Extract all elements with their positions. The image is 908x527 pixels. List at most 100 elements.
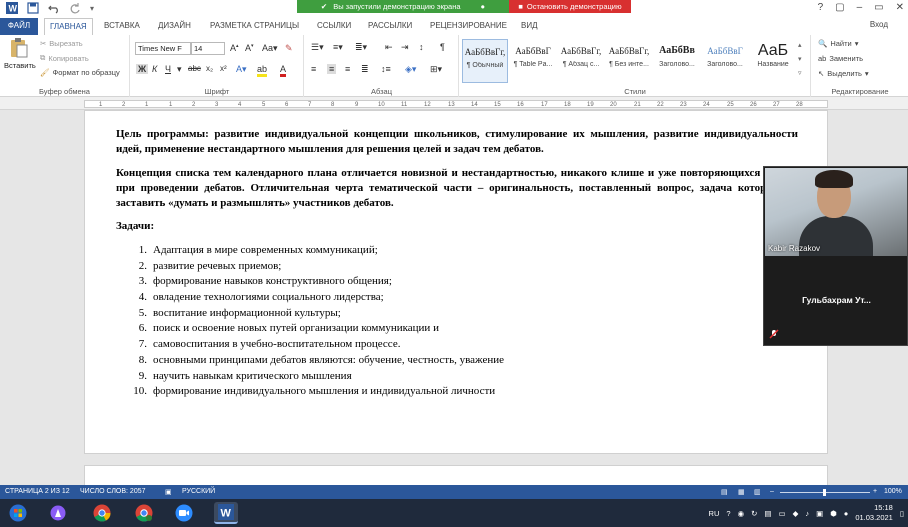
align-right-icon[interactable]: ≡ bbox=[345, 64, 350, 74]
tab-home[interactable]: ГЛАВНАЯ bbox=[44, 18, 93, 35]
battery-tray-icon[interactable]: ▭ bbox=[779, 509, 786, 518]
numbering-icon[interactable]: ≡▾ bbox=[333, 42, 343, 53]
paste-button[interactable]: Вставить bbox=[4, 37, 36, 70]
tab-references[interactable]: ССЫЛКИ bbox=[317, 18, 351, 35]
highlight-icon[interactable]: ab bbox=[257, 64, 268, 77]
taskbar-app-chrome[interactable] bbox=[90, 502, 114, 524]
volume-tray-icon[interactable]: ♪ bbox=[805, 509, 809, 518]
pilcrow-icon[interactable]: ¶ bbox=[440, 42, 445, 52]
subscript-icon[interactable]: x₂ bbox=[206, 64, 213, 73]
keyboard-language[interactable]: RU bbox=[709, 509, 720, 518]
shading-icon[interactable]: ◈▾ bbox=[405, 64, 416, 75]
style-list-paragraph[interactable]: АаБбВвГг, ¶ Абзац с... bbox=[558, 39, 604, 83]
zoom-out-icon[interactable]: – bbox=[770, 488, 774, 495]
justify-icon[interactable]: ≣ bbox=[361, 64, 369, 75]
borders-icon[interactable]: ⊞▾ bbox=[430, 64, 442, 75]
align-center-icon[interactable]: ≡ bbox=[327, 64, 337, 74]
multilevel-list-icon[interactable]: ≣▾ bbox=[355, 42, 367, 53]
underline-icon[interactable]: Ч bbox=[165, 64, 171, 74]
language-indicator[interactable]: РУССКИЙ bbox=[182, 488, 215, 495]
help-tray-icon[interactable]: ? bbox=[726, 509, 730, 518]
tab-design[interactable]: ДИЗАЙН bbox=[158, 18, 191, 35]
page-count[interactable]: СТРАНИЦА 2 ИЗ 12 bbox=[5, 488, 70, 495]
italic-icon[interactable]: К bbox=[152, 64, 157, 74]
help-button[interactable]: ? bbox=[818, 2, 824, 13]
format-painter-button[interactable]: 🖌 Формат по образцу bbox=[40, 68, 120, 77]
tab-layout[interactable]: РАЗМЕТКА СТРАНИЦЫ bbox=[210, 18, 299, 35]
save-icon[interactable] bbox=[27, 2, 39, 14]
clear-formatting-icon[interactable]: ✎ bbox=[285, 43, 293, 54]
style-heading-1[interactable]: АаБбВв Заголово... bbox=[654, 39, 700, 83]
align-left-icon[interactable]: ≡ bbox=[311, 64, 316, 74]
strikethrough-icon[interactable]: abc bbox=[188, 64, 201, 73]
copy-button[interactable]: ⧉ Копировать bbox=[40, 53, 89, 63]
tab-mailings[interactable]: РАССЫЛКИ bbox=[368, 18, 412, 35]
taskbar-app-alice[interactable] bbox=[46, 502, 70, 524]
style-heading-2[interactable]: АаБбВвГ Заголово... bbox=[702, 39, 748, 83]
display-tray-icon[interactable]: ▣ bbox=[816, 509, 823, 518]
select-button[interactable]: ↖ Выделить ▾ bbox=[818, 69, 869, 78]
app-tray-icon[interactable]: ● bbox=[844, 509, 849, 518]
notifications-icon[interactable]: ▯ bbox=[900, 509, 904, 518]
start-button[interactable] bbox=[6, 502, 30, 524]
style-table-paragraph[interactable]: АаБбВвГ ¶ Table Pa... bbox=[510, 39, 556, 83]
line-spacing-icon[interactable]: ↕≡ bbox=[381, 64, 391, 74]
customize-qat-icon[interactable]: ▾ bbox=[90, 4, 94, 13]
clock[interactable]: 15:18 01.03.2021 bbox=[855, 503, 893, 523]
undo-icon[interactable] bbox=[48, 2, 60, 14]
zoom-slider[interactable] bbox=[780, 489, 870, 496]
font-size-field[interactable]: 14 bbox=[191, 42, 225, 55]
zoom-slider-thumb[interactable] bbox=[823, 489, 826, 496]
bold-icon[interactable]: Ж bbox=[136, 64, 149, 74]
security-tray-icon[interactable]: ⬢ bbox=[830, 509, 837, 518]
close-button[interactable]: ✕ bbox=[896, 2, 904, 13]
network-tray-icon[interactable]: ▤ bbox=[764, 509, 771, 518]
next-page[interactable] bbox=[84, 465, 828, 485]
print-layout-icon[interactable]: ▦ bbox=[738, 488, 745, 496]
ribbon-display-button[interactable]: ▢ bbox=[835, 2, 844, 13]
increase-indent-icon[interactable]: ⇥ bbox=[401, 42, 409, 53]
zoom-in-icon[interactable]: + bbox=[873, 488, 877, 495]
decrease-indent-icon[interactable]: ⇤ bbox=[385, 42, 393, 53]
shrink-font-icon[interactable]: A▾ bbox=[245, 43, 254, 53]
proofing-icon[interactable]: ▣ bbox=[165, 488, 172, 496]
font-name-field[interactable]: Times New F bbox=[135, 42, 191, 55]
bullets-icon[interactable]: ☰▾ bbox=[311, 42, 324, 53]
text-effects-icon[interactable]: A▾ bbox=[236, 64, 247, 75]
font-color-icon[interactable]: A bbox=[280, 64, 287, 77]
video-call-panel[interactable]: Kabir Razakov Гульбахрам Ут... bbox=[763, 166, 908, 346]
sign-in-link[interactable]: Вход bbox=[870, 20, 888, 29]
tab-review[interactable]: РЕЦЕНЗИРОВАНИЕ bbox=[430, 18, 507, 35]
document-page[interactable]: Цель программы: развитие индивидуальной … bbox=[84, 110, 828, 454]
tab-file[interactable]: ФАЙЛ bbox=[0, 18, 38, 35]
minimize-button[interactable]: – bbox=[857, 2, 863, 13]
style-title[interactable]: АаБ Название bbox=[750, 39, 796, 83]
word-count[interactable]: ЧИСЛО СЛОВ: 2057 bbox=[80, 488, 146, 495]
zoom-level[interactable]: 100% bbox=[884, 488, 902, 495]
change-case-icon[interactable]: Aa▾ bbox=[262, 43, 278, 54]
taskbar-app-zoom[interactable] bbox=[172, 502, 196, 524]
style-no-spacing[interactable]: АаБбВвГг, ¶ Без инте... bbox=[606, 39, 652, 83]
taskbar-app-word[interactable]: W bbox=[214, 502, 238, 524]
underline-dropdown-icon[interactable]: ▾ bbox=[177, 64, 182, 75]
replace-button[interactable]: ab Заменить bbox=[818, 54, 863, 63]
superscript-icon[interactable]: x² bbox=[220, 64, 227, 73]
horizontal-ruler[interactable]: 1 2 1 1 2 3 4 5 6 7 8 9 10 11 12 13 14 15 16 17 18 19 20 21 22 23… bbox=[0, 97, 908, 110]
styles-scroll[interactable]: ▴ ▾ ▿ bbox=[798, 39, 802, 81]
read-mode-icon[interactable]: ▤ bbox=[721, 488, 728, 496]
redo-icon[interactable] bbox=[69, 2, 81, 14]
sync-tray-icon[interactable]: ↻ bbox=[751, 509, 757, 518]
taskbar-app-chrome-profile[interactable] bbox=[132, 502, 156, 524]
chrome-tray-icon[interactable]: ◉ bbox=[738, 509, 745, 518]
stop-sharing-button[interactable]: ■ Остановить демонстрацию bbox=[509, 0, 631, 13]
style-normal[interactable]: АаБбВвГг, ¶ Обычный bbox=[462, 39, 508, 83]
restore-button[interactable]: ▭ bbox=[874, 2, 883, 13]
tab-insert[interactable]: ВСТАВКА bbox=[104, 18, 140, 35]
sort-icon[interactable]: ↕ bbox=[419, 42, 424, 52]
grow-font-icon[interactable]: A▴ bbox=[230, 43, 239, 53]
cut-button[interactable]: ✂ Вырезать bbox=[40, 39, 83, 48]
find-button[interactable]: 🔍 Найти ▾ bbox=[818, 39, 859, 48]
web-layout-icon[interactable]: ▥ bbox=[754, 488, 761, 496]
antivirus-tray-icon[interactable]: ◆ bbox=[793, 509, 799, 518]
tab-view[interactable]: ВИД bbox=[521, 18, 538, 35]
